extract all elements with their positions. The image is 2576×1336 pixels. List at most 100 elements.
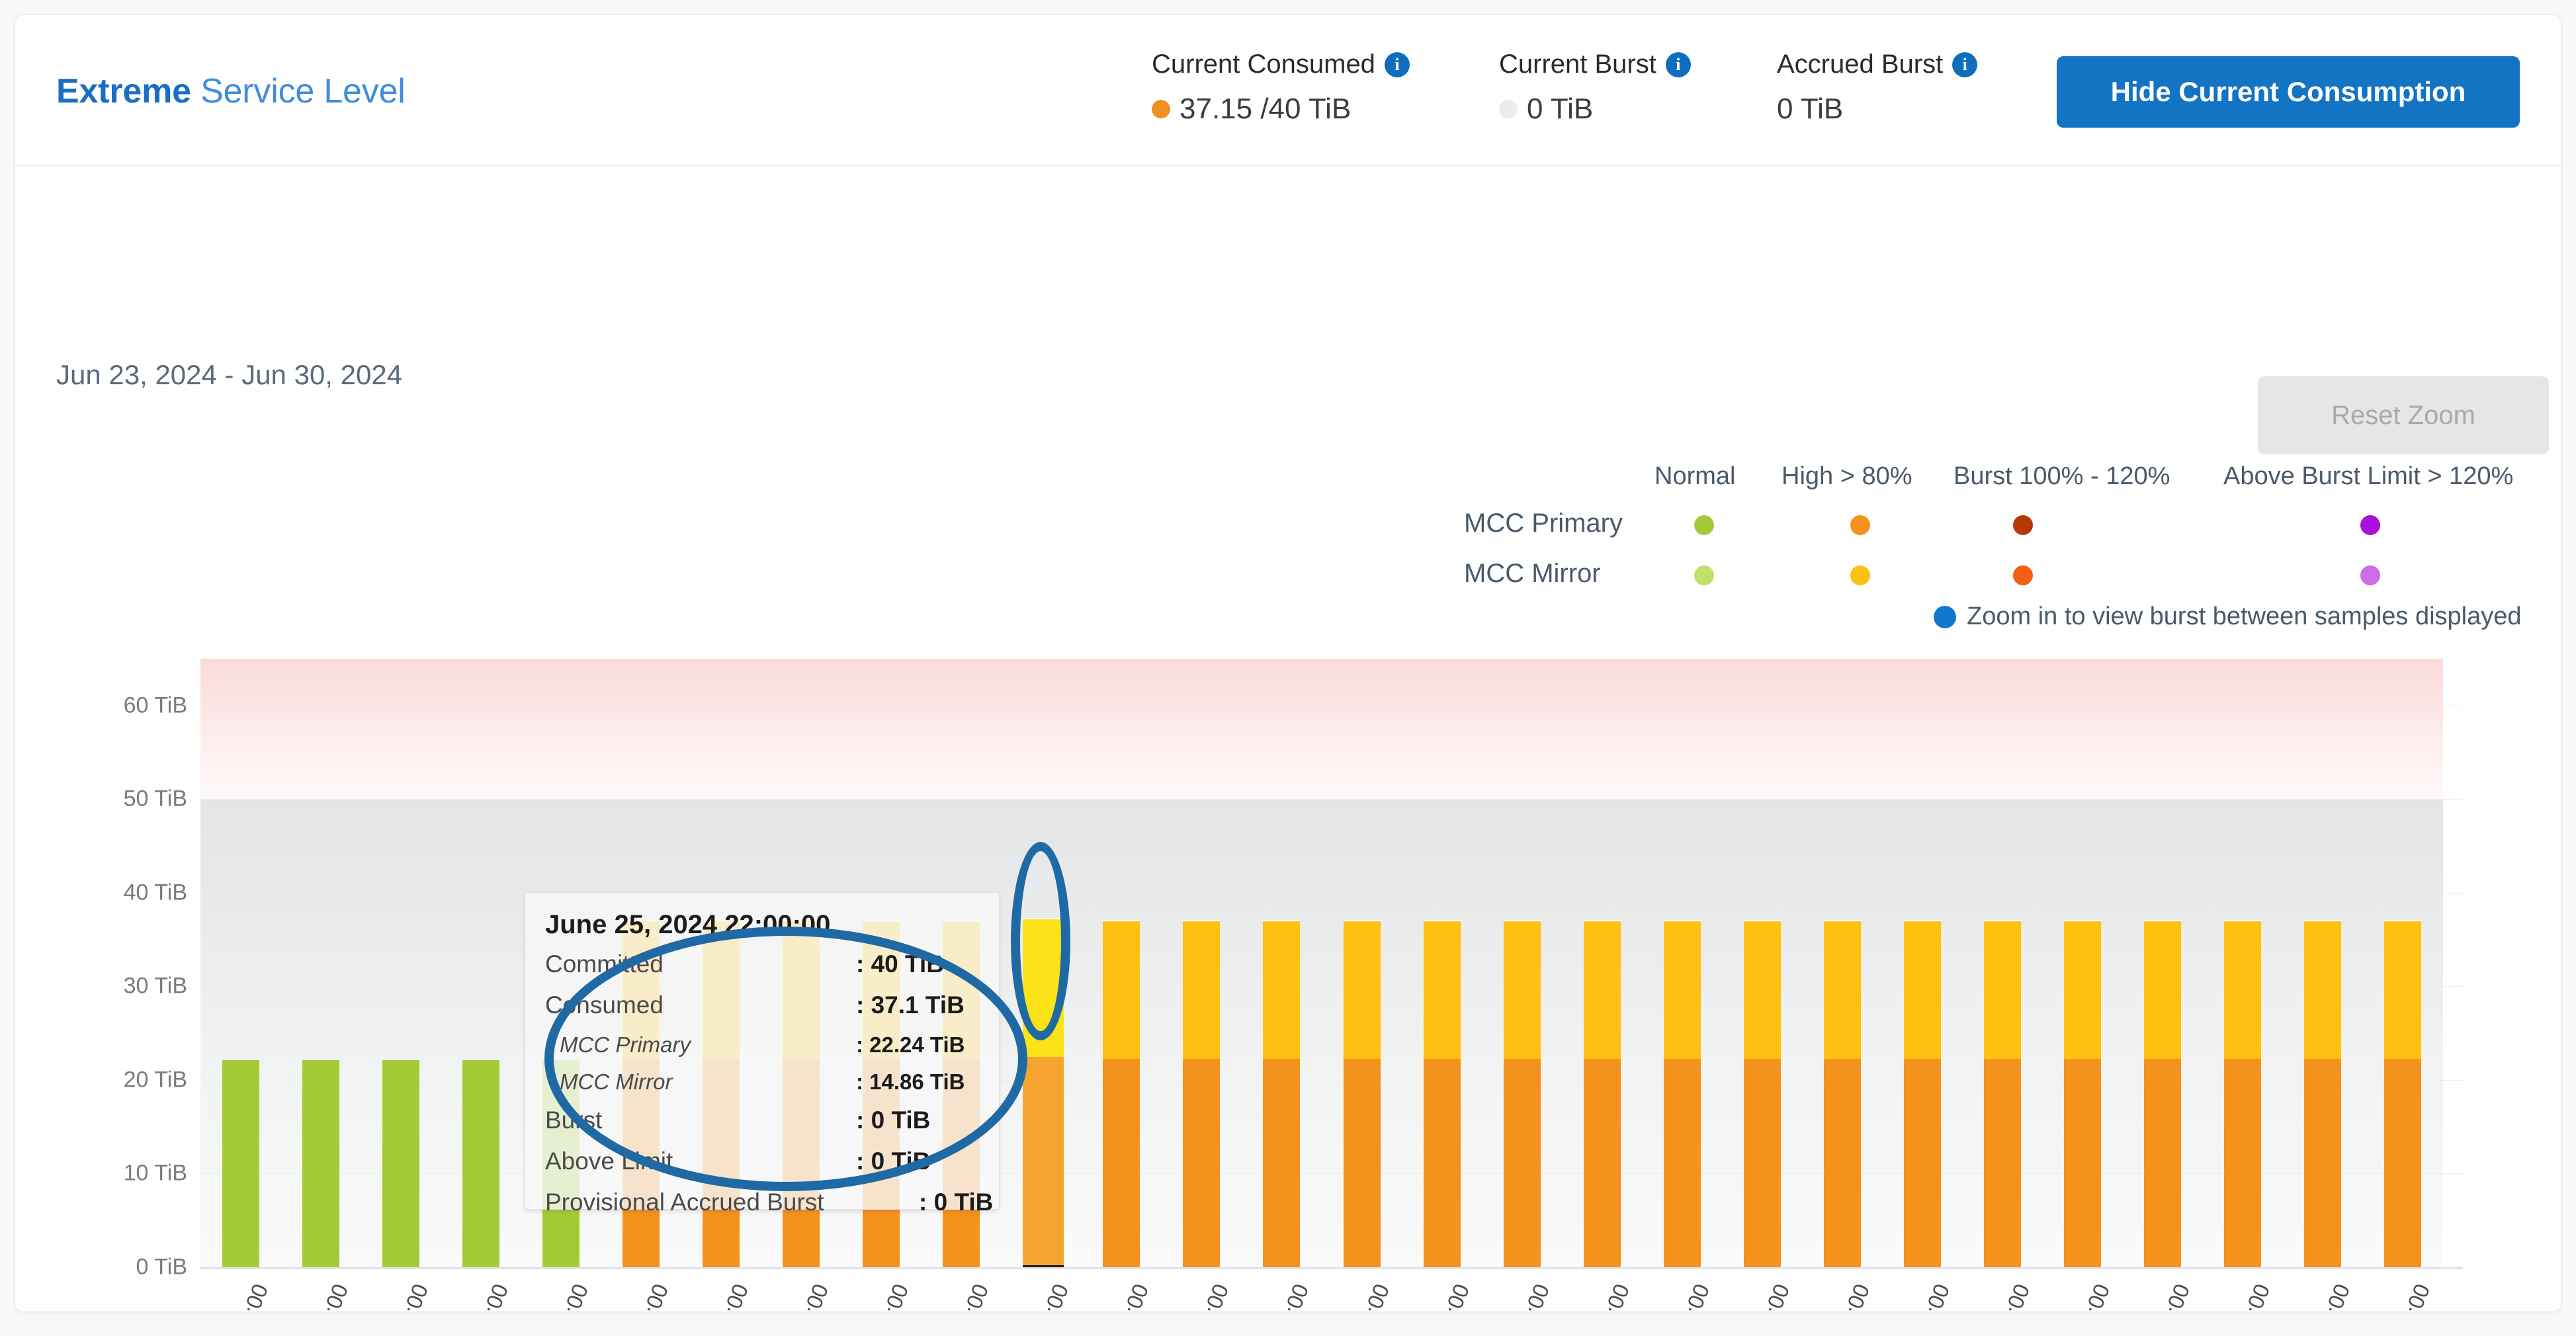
x-axis-tick-label: 26 Jun 05:00	[1084, 1280, 1154, 1312]
bar-segment-mcc-mirror	[1503, 919, 1541, 1060]
stat-accrued-burst: Accrued Burst 0 TiB	[1777, 50, 1978, 126]
bar-segment-mcc-primary	[1823, 1059, 1861, 1267]
y-axis-tick-label: 0 TiB	[136, 1254, 187, 1280]
bar-segment-mcc-primary	[462, 1060, 499, 1267]
chart-bar[interactable]	[1904, 919, 1942, 1267]
stat-accrued-burst-text: Accrued Burst	[1777, 50, 1944, 79]
stat-current-burst-value: 0 TiB	[1527, 93, 1594, 125]
stat-current-burst: Current Burst 0 TiB	[1499, 50, 1777, 126]
chart-bar[interactable]	[1103, 919, 1140, 1267]
bar-segment-mcc-mirror	[1984, 919, 2022, 1060]
stat-accrued-burst-value-row: 0 TiB	[1777, 93, 1975, 126]
bar-segment-mcc-primary	[2304, 1059, 2342, 1267]
info-icon[interactable]	[1952, 52, 1978, 77]
tooltip-row-key: Consumed	[545, 991, 664, 1019]
y-axis-tick-label: 30 TiB	[123, 973, 187, 999]
x-axis-tick-label: 25 Jun 08:00	[843, 1280, 914, 1312]
x-axis-tick-label: 30 Jun 21:00	[2365, 1280, 2436, 1312]
chart-bar[interactable]	[302, 1060, 339, 1267]
tooltip-row: Provisional Accrued Burst : 0 TiB	[545, 1189, 993, 1230]
info-icon[interactable]	[1384, 52, 1410, 77]
chart-bar[interactable]	[462, 1060, 499, 1267]
chart-bar[interactable]	[1343, 919, 1381, 1267]
tooltip-row: Burst: 0 TiB	[545, 1106, 979, 1148]
stat-current-burst-value-row: 0 TiB	[1499, 93, 1777, 126]
stat-current-consumed-value-row: 37.15 /40 TiB	[1152, 93, 1499, 126]
consumed-status-dot	[1152, 100, 1170, 118]
chart-bar[interactable]	[1263, 919, 1301, 1267]
bar-segment-mcc-primary	[2224, 1059, 2262, 1267]
x-axis-tick-label: 27 Jun 16:00	[1484, 1280, 1555, 1312]
chart-bar[interactable]	[382, 1060, 419, 1267]
y-axis-tick-label: 40 TiB	[123, 880, 187, 905]
tooltip-row-key: Provisional Accrued Burst	[545, 1189, 824, 1216]
bar-segment-mcc-primary	[1663, 1059, 1701, 1267]
bar-segment-mcc-primary	[1984, 1059, 2022, 1267]
x-axis-tick-label: 24 Jun 11:00	[603, 1280, 673, 1312]
chart-bar[interactable]	[1984, 919, 2022, 1267]
chart-bar[interactable]	[2384, 919, 2422, 1267]
chart-bar[interactable]	[1503, 919, 1541, 1267]
consumption-bar-chart[interactable]: 0 TiB 10 TiB 20 TiB 30 TiB 40 TiB 50 TiB 60 Ti…	[15, 166, 2561, 1312]
chart-bar[interactable]	[1423, 919, 1461, 1267]
tooltip-row-value: : 14.86 TiB	[856, 1069, 965, 1094]
x-axis-tick-label: 23 Jun 00:00	[202, 1280, 273, 1312]
x-axis-labels: 23 Jun 00:00 23 Jun 07:00 23 Jun 14:00 23 J…	[200, 1280, 2463, 1312]
tooltip-row-value: : 22.24 TiB	[856, 1032, 965, 1057]
x-axis-tick-label: 25 Jun 22:00	[1004, 1280, 1074, 1312]
bar-segment-mcc-mirror	[1743, 919, 1781, 1060]
tooltip-row-value: : 40 TiB	[856, 950, 944, 978]
chart-bar[interactable]	[222, 1060, 259, 1267]
x-axis-tick-label: 27 Jun 09:00	[1404, 1280, 1475, 1312]
chart-bar[interactable]	[1823, 919, 1861, 1267]
bar-segment-mcc-primary	[1423, 1059, 1461, 1267]
tooltip-row-value: : 0 TiB	[919, 1189, 994, 1216]
bar-segment-mcc-primary	[302, 1060, 339, 1267]
chart-bar[interactable]	[1663, 919, 1701, 1267]
x-axis-tick-label: 30 Jun 14:00	[2285, 1280, 2356, 1312]
x-axis-tick-label: 26 Jun 12:00	[1164, 1280, 1234, 1312]
tooltip-row-key: MCC Mirror	[560, 1069, 673, 1094]
bar-segment-mcc-primary	[2384, 1059, 2422, 1267]
page-title-sub: Service Level	[200, 72, 406, 110]
x-axis-tick-label: 23 Jun 14:00	[363, 1280, 433, 1312]
info-icon[interactable]	[1665, 52, 1691, 77]
tooltip-row: Committed: 40 TiB	[545, 950, 979, 991]
y-axis-tick-label: 50 TiB	[123, 786, 187, 812]
bar-segment-mcc-mirror	[1583, 919, 1621, 1060]
tooltip-row: Above Limit: 0 TiB	[545, 1148, 979, 1189]
chart-bar[interactable]	[2224, 919, 2262, 1267]
chart-tooltip: June 25, 2024 22:00:00 Committed: 40 TiB…	[525, 892, 1000, 1216]
x-axis-tick-label: 28 Jun 13:00	[1724, 1280, 1795, 1312]
x-axis-tick-label: 30 Jun 00:00	[2125, 1280, 2196, 1312]
x-axis-line	[200, 1267, 2463, 1269]
header-stats: Current Consumed 37.15 /40 TiB Current B…	[1152, 50, 1978, 126]
bar-segment-mcc-primary	[1503, 1059, 1541, 1267]
bar-segment-mcc-mirror	[2384, 919, 2422, 1060]
tooltip-row-value: : 37.1 TiB	[856, 991, 965, 1019]
bar-segment-mcc-primary	[1263, 1059, 1301, 1267]
chart-bar[interactable]	[2064, 919, 2102, 1267]
bar-segment-mcc-mirror	[2144, 919, 2182, 1060]
card-body: Jun 23, 2024 - Jun 30, 2024 Reset Zoom N…	[15, 166, 2561, 1312]
chart-bar[interactable]	[2304, 919, 2342, 1267]
bar-segment-mcc-mirror	[2304, 919, 2342, 1060]
chart-bar[interactable]	[1023, 917, 1064, 1267]
x-axis-tick-label: 24 Jun 04:00	[523, 1280, 593, 1312]
x-axis-tick-label: 29 Jun 17:00	[2045, 1280, 2116, 1312]
bar-segment-mcc-primary	[1183, 1059, 1221, 1267]
bar-segment-mcc-primary	[382, 1060, 419, 1267]
bar-segment-mcc-mirror	[1423, 919, 1461, 1060]
bar-segment-mcc-mirror	[1183, 919, 1221, 1060]
band-above-committed	[200, 659, 2443, 799]
stat-accrued-burst-value: 0 TiB	[1777, 93, 1844, 125]
chart-bar[interactable]	[1183, 919, 1221, 1267]
chart-bar[interactable]	[1743, 919, 1781, 1267]
tooltip-row-value: : 0 TiB	[856, 1148, 931, 1175]
x-axis-tick-label: 30 Jun 07:00	[2205, 1280, 2276, 1312]
hide-current-consumption-button[interactable]: Hide Current Consumption	[2057, 56, 2520, 128]
stat-current-consumed-value: 37.15 /40 TiB	[1180, 93, 1352, 125]
chart-bar[interactable]	[2144, 919, 2182, 1267]
stat-accrued-burst-label: Accrued Burst	[1777, 50, 1978, 79]
chart-bar[interactable]	[1583, 919, 1621, 1267]
